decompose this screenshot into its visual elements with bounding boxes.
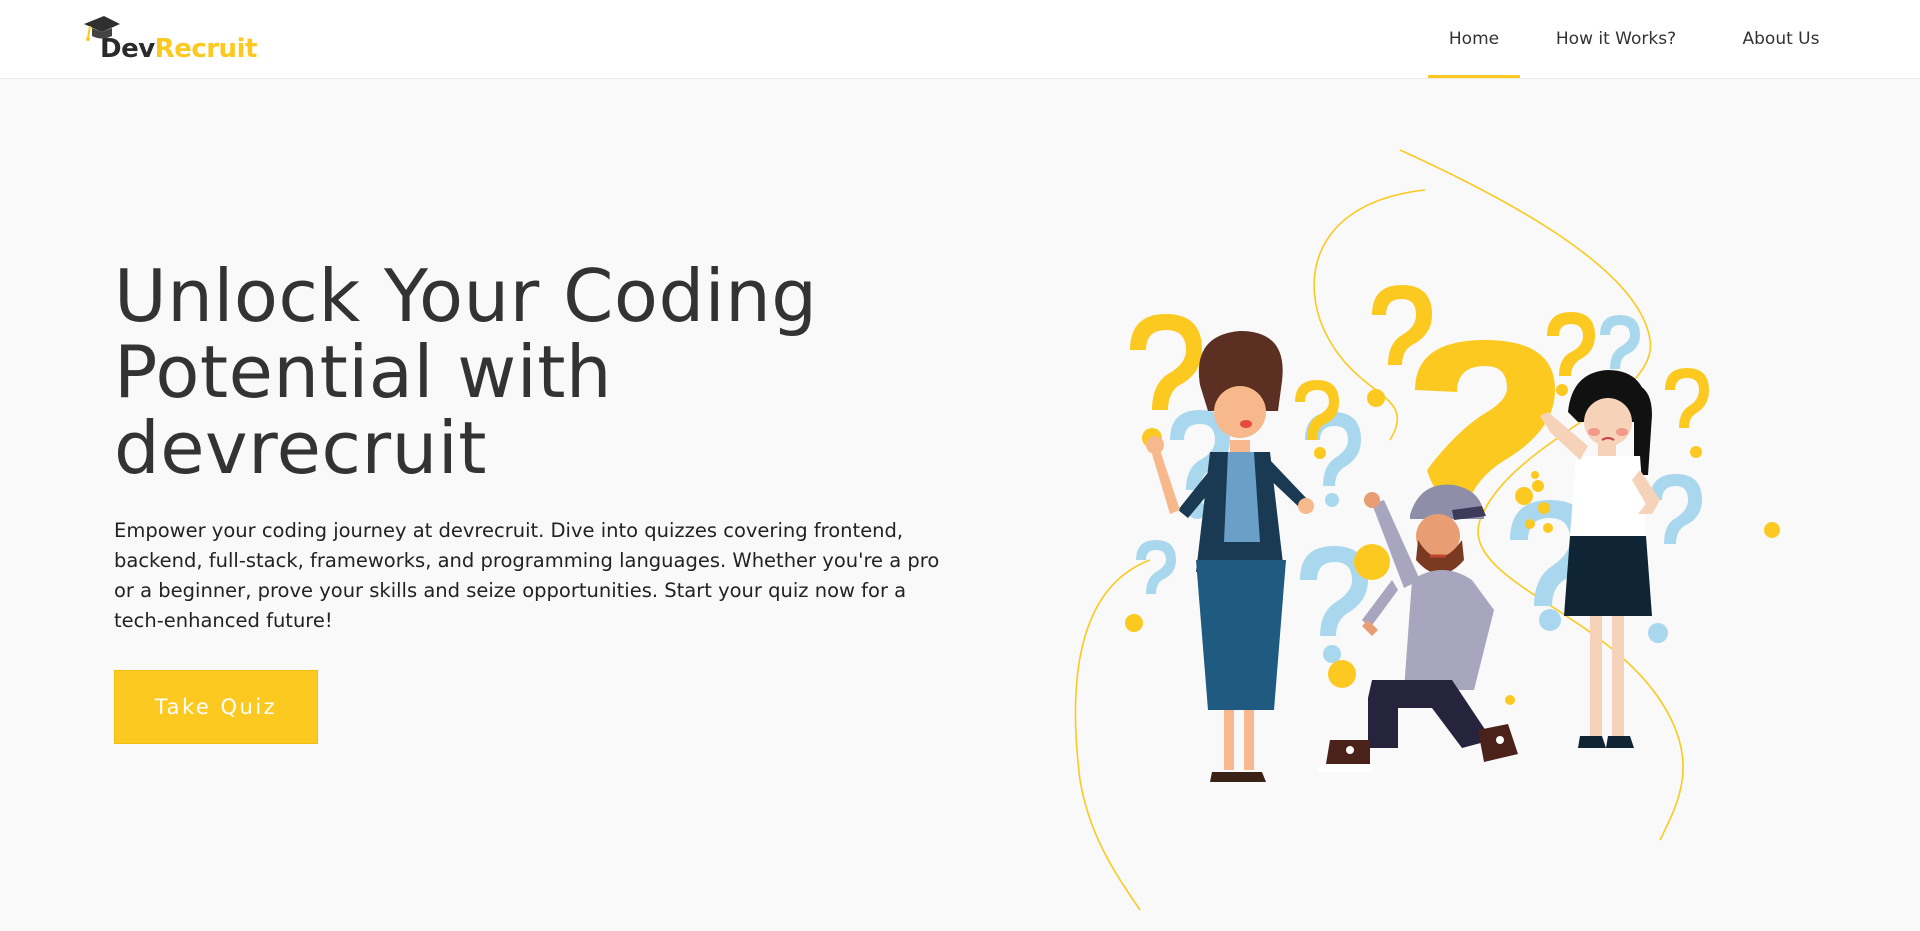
hero-title: Unlock Your Coding Potential with devrec… — [114, 254, 818, 490]
hero-description: Empower your coding journey at devrecrui… — [114, 519, 940, 632]
nav-home[interactable]: Home — [1428, 0, 1520, 78]
nav-how-it-works[interactable]: How it Works? — [1550, 0, 1682, 78]
main-nav: Home How it Works? About Us — [1428, 0, 1920, 78]
nav-about-us[interactable]: About Us — [1734, 0, 1828, 78]
woman-right-figure — [1540, 370, 1660, 748]
hero-illustration — [1074, 149, 1780, 911]
logo-text-dev: Dev — [100, 34, 155, 64]
logo[interactable]: DevRecruit — [82, 14, 257, 64]
man-kneeling-figure — [1316, 484, 1518, 772]
logo-text-recruit: Recruit — [154, 34, 258, 64]
logo-text: DevRecruit — [100, 36, 257, 62]
navbar: DevRecruit Home How it Works? About Us — [0, 0, 1920, 79]
take-quiz-button[interactable]: Take Quiz — [114, 670, 318, 744]
